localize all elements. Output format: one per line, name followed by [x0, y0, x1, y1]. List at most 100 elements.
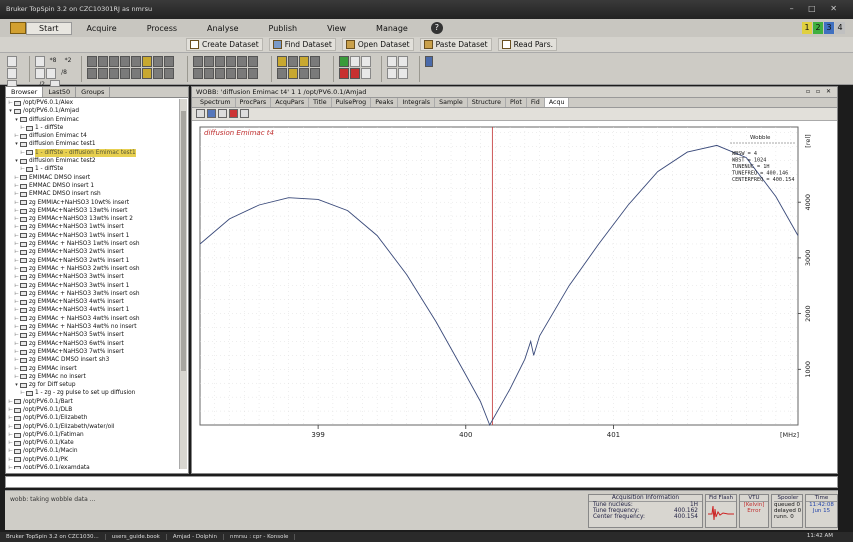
- tree-item[interactable]: ⊢ /opt/PV6.0.1/Kate: [6, 439, 180, 447]
- help-icon[interactable]: ?: [430, 22, 443, 34]
- spinner-icon[interactable]: [277, 68, 287, 79]
- scrollbar-thumb[interactable]: [181, 111, 186, 371]
- menu-start[interactable]: Start: [26, 21, 72, 35]
- tab-pulseprog[interactable]: PulseProg: [332, 98, 372, 107]
- record-icon[interactable]: [229, 109, 238, 118]
- menu-manage[interactable]: Manage: [361, 24, 423, 33]
- taskbar-item-topspin[interactable]: Bruker TopSpin 3.2 on CZC1030...: [0, 534, 106, 540]
- abort-icon[interactable]: [350, 68, 360, 79]
- expand-right-icon[interactable]: [204, 56, 214, 67]
- tree-item[interactable]: ⊢ 1 - diffSte: [6, 124, 180, 132]
- stretch-icon[interactable]: [131, 68, 141, 79]
- tree-item[interactable]: ⊢ /opt/PV6.0.1/PK: [6, 456, 180, 464]
- spectrum-view-icon[interactable]: [87, 68, 97, 79]
- layout-1-button[interactable]: 1: [802, 22, 812, 34]
- menu-view[interactable]: View: [312, 24, 361, 33]
- tree-item[interactable]: ▾ diffusion Emimac test1: [6, 140, 180, 148]
- stack-icon[interactable]: [109, 68, 119, 79]
- layout-4-button[interactable]: 4: [835, 22, 845, 34]
- tree-item[interactable]: ⊢ zg EMMAc+NaHSO3 3wt% insert 1: [6, 282, 180, 290]
- lock-icon[interactable]: [288, 56, 298, 67]
- search-icon[interactable]: [153, 56, 163, 67]
- expand-toggle-icon[interactable]: ▾: [14, 116, 19, 124]
- spectrum-window-controls[interactable]: ▫ ▫ ✕: [806, 88, 833, 95]
- paste-dataset-button[interactable]: Paste Dataset: [419, 38, 492, 51]
- zoom-x2-button[interactable]: *2: [61, 56, 75, 67]
- pause-icon[interactable]: [350, 56, 360, 67]
- center-icon[interactable]: [237, 68, 247, 79]
- chevron-up-icon[interactable]: [425, 56, 433, 67]
- expand-toggle-icon[interactable]: ⊢: [14, 215, 19, 223]
- tree-item[interactable]: ⊢ zg EMMAc+NaHSO3 2wt% insert 1: [6, 257, 180, 265]
- probe-icon[interactable]: [310, 68, 320, 79]
- lightning-icon[interactable]: [207, 109, 216, 118]
- list-icon[interactable]: [248, 68, 258, 79]
- expand-toggle-icon[interactable]: ⊢: [14, 199, 19, 207]
- tree-item[interactable]: ⊢ /opt/PV6.0.1/Elizabeth/water/oil: [6, 423, 180, 431]
- menu-analyse[interactable]: Analyse: [192, 24, 254, 33]
- tree-item[interactable]: ⊢ zg EMMAc + NaHSO3 4wt% insert osh: [6, 315, 180, 323]
- expand-toggle-icon[interactable]: ⊢: [8, 99, 13, 107]
- tree-item[interactable]: ⊢ 1 - diffSte - diffusion Emimac test1: [6, 148, 180, 158]
- arrow-down-icon[interactable]: [131, 56, 141, 67]
- tree-item[interactable]: ⊢ zg EMMAc + NaHSO3 1wt% insert osh: [6, 240, 180, 248]
- expand-left-icon[interactable]: [193, 56, 203, 67]
- expand-toggle-icon[interactable]: ⊢: [8, 464, 13, 469]
- expand-toggle-icon[interactable]: ⊢: [14, 232, 19, 240]
- menu-publish[interactable]: Publish: [254, 24, 313, 33]
- ruler-icon[interactable]: [142, 68, 152, 79]
- expand-toggle-icon[interactable]: ⊢: [14, 356, 19, 364]
- tree-item[interactable]: ⊢ EMIMAC DMSO insert: [6, 174, 180, 182]
- zoom-full-icon[interactable]: [215, 56, 225, 67]
- wobble-chart[interactable]: 399 400 401 [MHz] 1000 2000 3000 4000 [rel] diffu…: [198, 125, 830, 455]
- move-left-icon[interactable]: [193, 68, 203, 79]
- atma-icon[interactable]: [299, 68, 309, 79]
- phase-icon[interactable]: [164, 68, 174, 79]
- expand-toggle-icon[interactable]: ⊢: [14, 265, 19, 273]
- expand-toggle-icon[interactable]: ⊢: [14, 190, 19, 198]
- sync-icon[interactable]: [35, 68, 45, 79]
- window-controls[interactable]: – □ ✕: [790, 4, 843, 13]
- tree-item[interactable]: ⊢ zg EMMAc + NaHSO3 4wt% no insert: [6, 323, 180, 331]
- zoom-in-icon[interactable]: [87, 56, 97, 67]
- tree-item[interactable]: ⊢ zg EMMAc insert: [6, 365, 180, 373]
- shim-icon[interactable]: [299, 56, 309, 67]
- zoom-out-icon[interactable]: [98, 56, 108, 67]
- expand-toggle-icon[interactable]: ⊢: [14, 323, 19, 331]
- expand-toggle-icon[interactable]: ⊢: [14, 182, 19, 190]
- sample-icon[interactable]: [277, 56, 287, 67]
- tree-item[interactable]: ⊢ zg EMMAc no insert: [6, 373, 180, 381]
- wobble-plot[interactable]: 399 400 401 [MHz] 1000 2000 3000 4000 [rel] diffu…: [198, 125, 830, 455]
- expand-toggle-icon[interactable]: ⊢: [14, 240, 19, 248]
- expand-toggle-icon[interactable]: ⊢: [14, 290, 19, 298]
- expand-toggle-icon[interactable]: ⊢: [14, 282, 19, 290]
- tree-item[interactable]: ⊢ /opt/PV6.0.1/examdata: [6, 464, 180, 469]
- expand-toggle-icon[interactable]: ⊢: [8, 414, 13, 422]
- step-icon[interactable]: [46, 68, 56, 79]
- expand-toggle-icon[interactable]: ⊢: [14, 207, 19, 215]
- grid-icon[interactable]: [120, 68, 130, 79]
- zoom-div8-button[interactable]: /8: [57, 68, 71, 79]
- tree-item[interactable]: ▾ diffusion Emimac: [6, 116, 180, 124]
- expand-toggle-icon[interactable]: ⊢: [8, 456, 13, 464]
- table-icon[interactable]: [248, 56, 258, 67]
- tree-item[interactable]: ⊢ zg EMMAc+NaHSO3 7wt% insert: [6, 348, 180, 356]
- tree-item[interactable]: ⊢ zg EMMAc+NaHSO3 2wt% insert: [6, 248, 180, 256]
- read-pars-button[interactable]: Read Pars.: [497, 38, 557, 51]
- expand-toggle-icon[interactable]: ⊢: [8, 398, 13, 406]
- menu-process[interactable]: Process: [132, 24, 192, 33]
- expand-toggle-icon[interactable]: ⊢: [14, 373, 19, 381]
- expand-toggle-icon[interactable]: ⊢: [14, 223, 19, 231]
- wobble-icon[interactable]: [310, 56, 320, 67]
- tab-groups[interactable]: Groups: [76, 87, 111, 97]
- tree-item[interactable]: ⊢ /opt/PV6.0.1/Elizabeth: [6, 414, 180, 422]
- expand-toggle-icon[interactable]: ⊢: [14, 174, 19, 182]
- expand-toggle-icon[interactable]: ⊢: [20, 389, 25, 397]
- taskbar-item-guide[interactable]: users_guide.book: [106, 534, 167, 540]
- tree-item[interactable]: ⊢ zg EMMAc+NaHSO3 13wt% insert 2: [6, 215, 180, 223]
- scale-icon[interactable]: [142, 56, 152, 67]
- tab-peaks[interactable]: Peaks: [371, 98, 399, 107]
- tree-item[interactable]: ⊢ zg EMMAc+NaHSO3 1wt% insert 1: [6, 232, 180, 240]
- play-icon[interactable]: [339, 56, 349, 67]
- tab-acqu[interactable]: Acqu: [544, 98, 570, 107]
